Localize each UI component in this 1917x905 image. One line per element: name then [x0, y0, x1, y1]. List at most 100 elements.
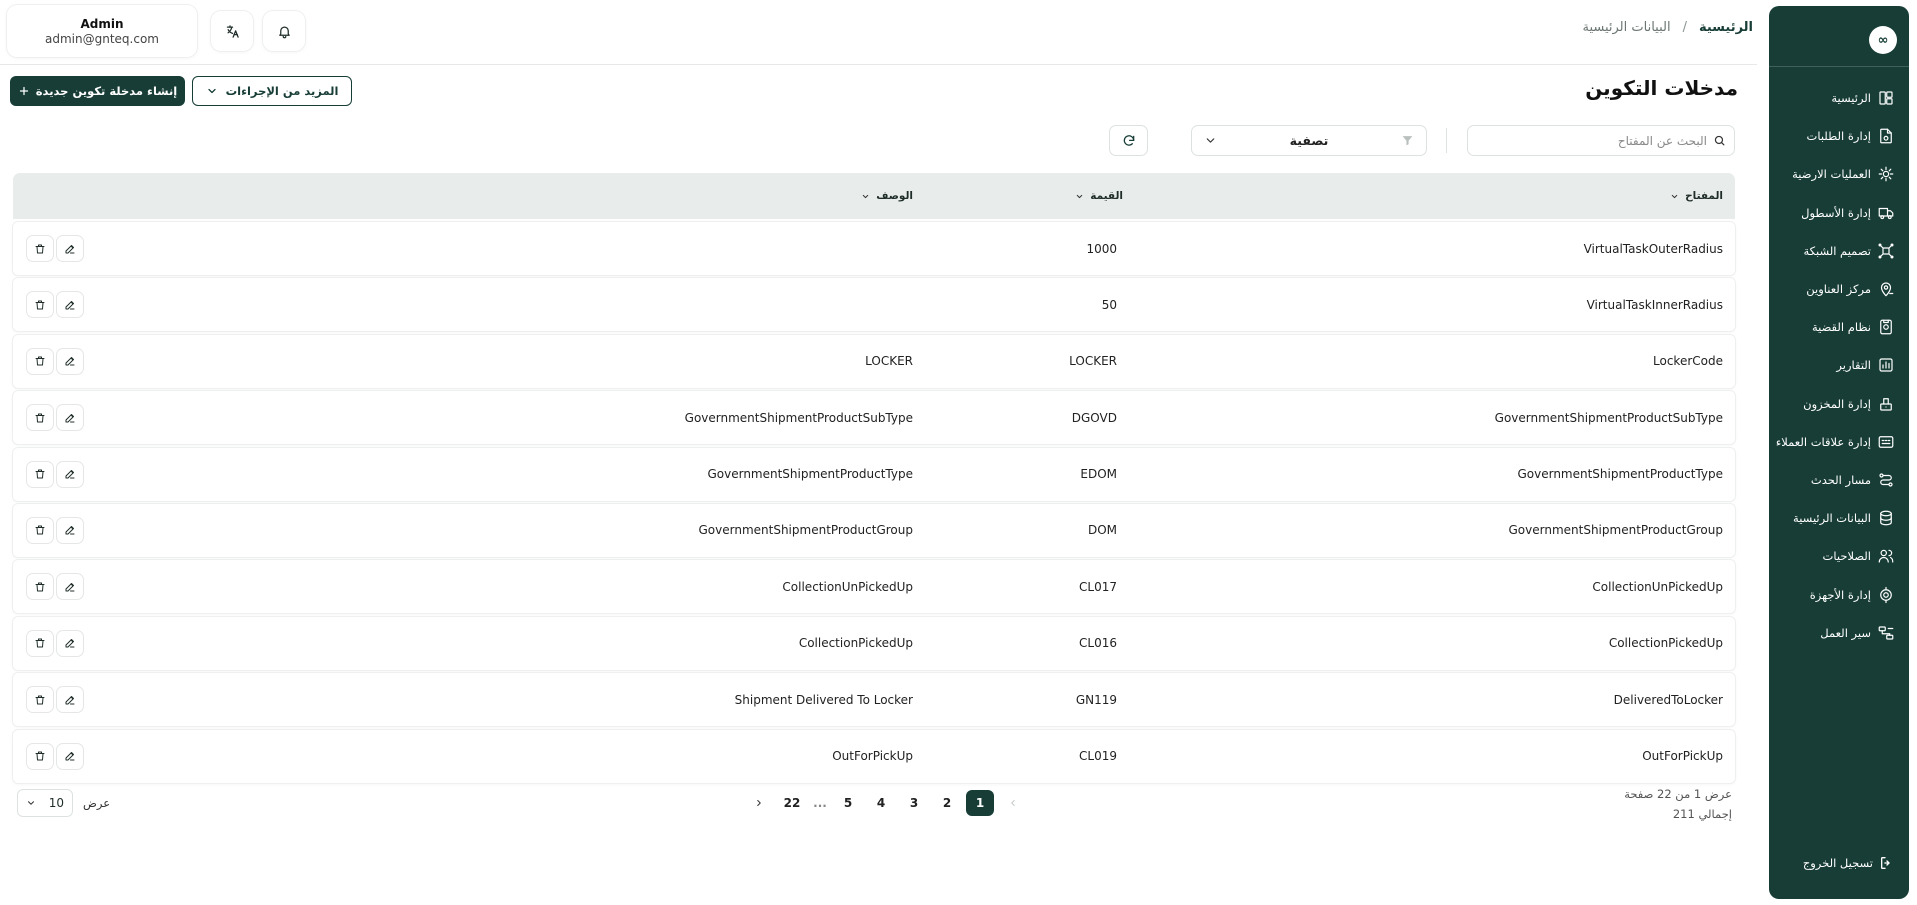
page-button-3[interactable]: 3: [900, 790, 928, 816]
breadcrumb-home[interactable]: الرئيسية: [1699, 20, 1753, 35]
page-button-5[interactable]: 5: [834, 790, 862, 816]
sort-chevron-icon: [861, 192, 870, 201]
column-header-key[interactable]: المفتاح: [1670, 173, 1723, 219]
pencil-icon: [64, 355, 76, 367]
delete-button[interactable]: [27, 630, 53, 656]
table-row[interactable]: GovernmentShipmentProductSubType DGOVD Gov…: [13, 391, 1735, 445]
table-row[interactable]: LockerCode LOCKER LOCKER: [13, 334, 1735, 388]
create-entry-button[interactable]: إنشاء مدخلة تكوين جديدة: [10, 76, 185, 106]
edit-button[interactable]: [57, 687, 83, 713]
column-header-description[interactable]: الوصف: [861, 173, 913, 219]
sidebar-item-crm[interactable]: إدارة علاقات العملاء: [1769, 423, 1909, 461]
row-actions: [27, 348, 83, 374]
edit-button[interactable]: [57, 292, 83, 318]
edit-button[interactable]: [57, 405, 83, 431]
sidebar-item-label: العمليات الارضية: [1792, 167, 1871, 182]
filter-dropdown[interactable]: تصفية: [1191, 125, 1427, 156]
edit-button[interactable]: [57, 574, 83, 600]
table-row[interactable]: GovernmentShipmentProductType EDOM Governm…: [13, 447, 1735, 501]
sidebar-item-reports[interactable]: التقارير: [1769, 346, 1909, 384]
row-actions: [27, 743, 83, 769]
cell-value: GN119: [1075, 692, 1117, 707]
edit-button[interactable]: [57, 348, 83, 374]
delete-button[interactable]: [27, 574, 53, 600]
cell-key: VirtualTaskInnerRadius: [1586, 297, 1723, 312]
chevron-down-icon: [26, 798, 36, 808]
sidebar-item-devices[interactable]: إدارة الأجهزة: [1769, 575, 1909, 613]
edit-button[interactable]: [57, 743, 83, 769]
page-button-1[interactable]: 1: [966, 790, 994, 816]
table-row[interactable]: DeliveredToLocker GN119 Shipment Delivered…: [13, 673, 1735, 727]
sidebar-item-users[interactable]: الصلاحيات: [1769, 537, 1909, 575]
cell-description: LOCKER: [865, 354, 913, 369]
trash-icon: [34, 581, 46, 593]
pencil-icon: [64, 299, 76, 311]
row-actions: [27, 461, 83, 487]
pencil-icon: [64, 581, 76, 593]
sidebar-item-label: إدارة الطلبات: [1806, 129, 1872, 144]
table-row[interactable]: CollectionUnPickedUp CL017 CollectionUnPic…: [13, 560, 1735, 614]
sidebar-item-label: البيانات الرئيسية: [1793, 511, 1871, 526]
edit-button[interactable]: [57, 630, 83, 656]
cell-value: 50: [1101, 297, 1117, 312]
table-row[interactable]: GovernmentShipmentProductGroup DOM Governm…: [13, 503, 1735, 557]
dashboard-icon: [1877, 89, 1895, 107]
logout-icon: [1879, 855, 1895, 871]
delete-button[interactable]: [27, 743, 53, 769]
user-card[interactable]: Admin admin@gnteq.com: [7, 5, 197, 57]
sidebar-item-database[interactable]: البيانات الرئيسية: [1769, 499, 1909, 537]
sidebar-item-case[interactable]: نظام القضية: [1769, 308, 1909, 346]
delete-button[interactable]: [27, 236, 53, 261]
translate-button[interactable]: [211, 11, 253, 51]
cell-description: GovernmentShipmentProductType: [707, 467, 913, 482]
cell-key: CollectionUnPickedUp: [1592, 579, 1723, 594]
refresh-button[interactable]: [1109, 125, 1148, 156]
delete-button[interactable]: [27, 517, 53, 543]
sidebar-item-workflow[interactable]: سير العمل: [1769, 614, 1909, 652]
sidebar-item-ground-ops[interactable]: العمليات الارضية: [1769, 155, 1909, 193]
cell-description: OutForPickUp: [832, 749, 913, 764]
trash-icon: [34, 243, 46, 255]
sidebar-item-label: التقارير: [1836, 358, 1871, 373]
edit-button[interactable]: [57, 461, 83, 487]
sidebar-item-orders[interactable]: إدارة الطلبات: [1769, 117, 1909, 155]
next-page-button[interactable]: [745, 790, 773, 816]
edit-button[interactable]: [57, 236, 83, 261]
breadcrumb-current[interactable]: البيانات الرئيسية: [1582, 20, 1670, 35]
table-row[interactable]: OutForPickUp CL019 OutForPickUp: [13, 729, 1735, 783]
page-button-22[interactable]: 22: [778, 790, 806, 816]
page-button-4[interactable]: 4: [867, 790, 895, 816]
sidebar-item-truck[interactable]: إدارة الأسطول: [1769, 194, 1909, 232]
per-page-select[interactable]: 10: [17, 789, 73, 817]
row-actions: [27, 574, 83, 600]
toolbar-divider: [1446, 128, 1447, 153]
sidebar-item-dashboard[interactable]: الرئيسية: [1769, 79, 1909, 117]
delete-button[interactable]: [27, 292, 53, 318]
notifications-button[interactable]: [263, 11, 305, 51]
cell-key: GovernmentShipmentProductGroup: [1508, 523, 1724, 538]
edit-button[interactable]: [57, 517, 83, 543]
table-row[interactable]: VirtualTaskOuterRadius 1000: [13, 222, 1735, 275]
search-input[interactable]: [1476, 133, 1707, 148]
column-header-value[interactable]: القيمة: [1075, 173, 1123, 219]
delete-button[interactable]: [27, 348, 53, 374]
sidebar-item-label: مركز العناوين: [1806, 282, 1871, 297]
sidebar-item-network[interactable]: تصميم الشبكة: [1769, 232, 1909, 270]
prev-page-button[interactable]: [999, 790, 1027, 816]
delete-button[interactable]: [27, 687, 53, 713]
sidebar-item-inventory[interactable]: إدارة المخزون: [1769, 385, 1909, 423]
app-logo[interactable]: ∞: [1869, 26, 1897, 54]
sidebar-item-location[interactable]: مركز العناوين: [1769, 270, 1909, 308]
row-actions: [27, 630, 83, 656]
page-button-2[interactable]: 2: [933, 790, 961, 816]
delete-button[interactable]: [27, 461, 53, 487]
cell-key: GovernmentShipmentProductType: [1517, 467, 1723, 482]
delete-button[interactable]: [27, 405, 53, 431]
table-row[interactable]: VirtualTaskInnerRadius 50: [13, 278, 1735, 332]
table-row[interactable]: CollectionPickedUp CL016 CollectionPickedU…: [13, 616, 1735, 670]
pencil-icon: [64, 243, 76, 255]
logout-button[interactable]: تسجيل الخروج: [1803, 855, 1895, 871]
sidebar-item-route[interactable]: مسار الحدث: [1769, 461, 1909, 499]
sidebar-nav: الرئيسية إدارة الطلبات العمليات الارضية إدا…: [1769, 79, 1909, 652]
more-actions-button[interactable]: المزيد من الإجراءات: [192, 76, 352, 106]
